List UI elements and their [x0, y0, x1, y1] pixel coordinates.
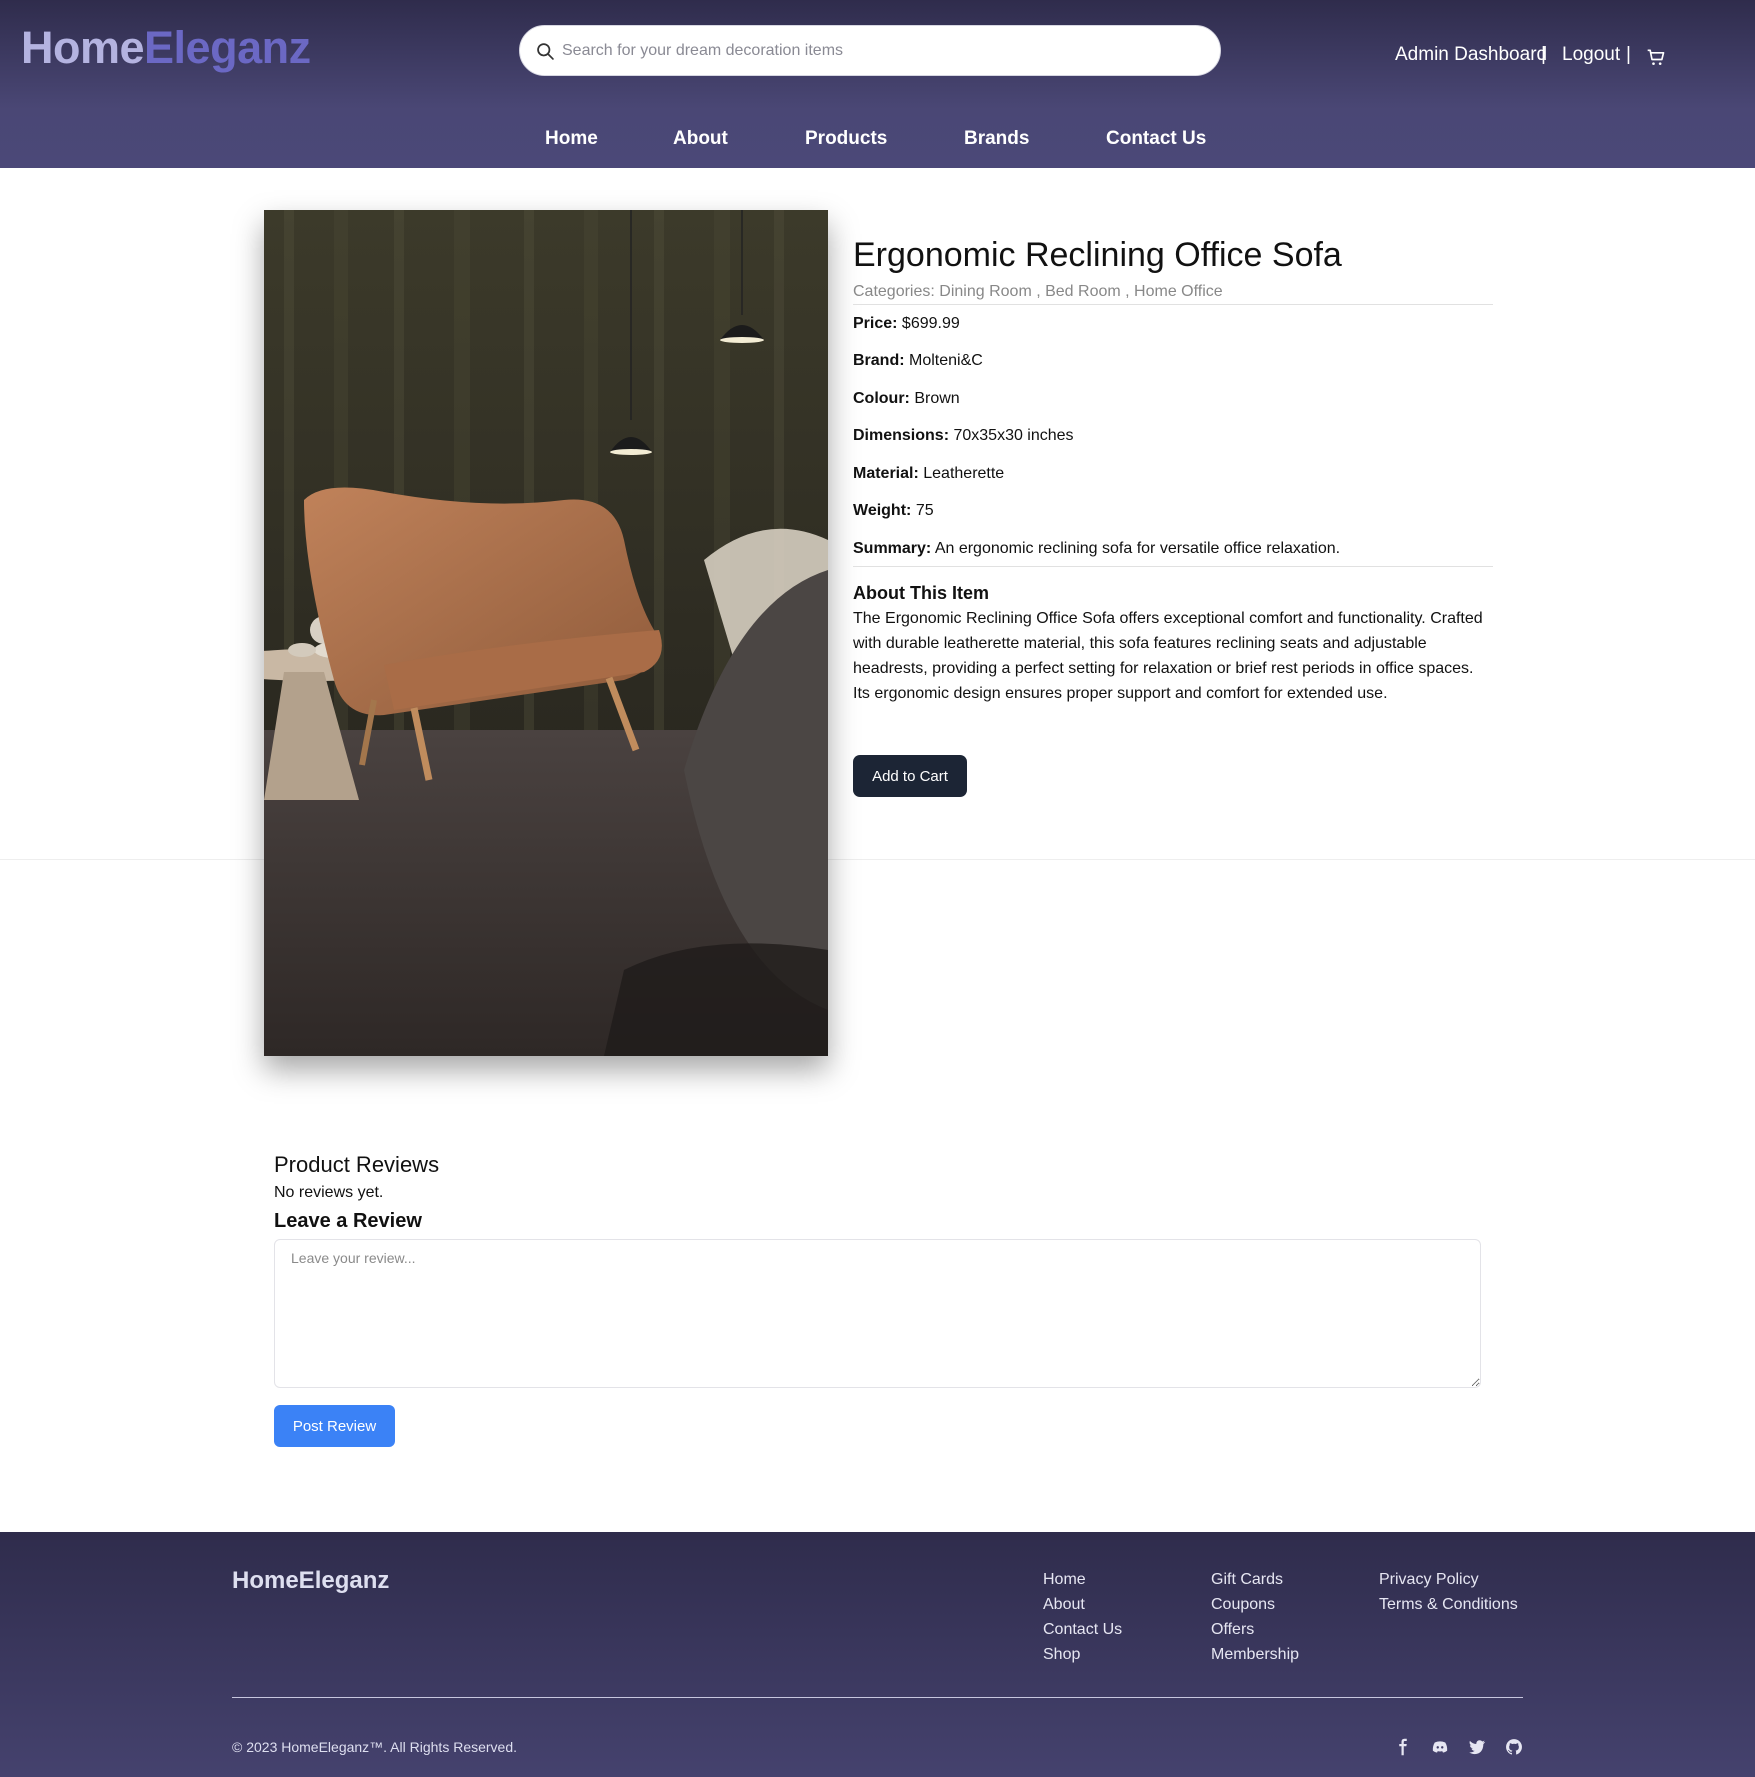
footer-link-home[interactable]: Home [1043, 1567, 1122, 1592]
copyright-text: © 2023 HomeEleganz™. All Rights Reserved… [232, 1739, 518, 1755]
site-logo[interactable]: HomeEleganz [21, 22, 311, 74]
footer-col-offers: Gift Cards Coupons Offers Membership [1211, 1567, 1299, 1667]
categories-list[interactable]: Dining Room , Bed Room , Home Office [939, 283, 1222, 300]
reviews-heading: Product Reviews [274, 1152, 440, 1177]
spec-value: Molteni&C [909, 352, 983, 369]
product-categories: Categories: Dining Room , Bed Room , Hom… [853, 283, 1493, 305]
spec-label: Weight: [853, 502, 912, 519]
separator: | [1541, 44, 1546, 65]
review-textarea[interactable] [274, 1239, 1481, 1388]
spec-colour: Colour: Brown [853, 390, 960, 408]
footer-link-membership[interactable]: Membership [1211, 1642, 1299, 1667]
spec-label: Summary: [853, 540, 932, 557]
spec-label: Material: [853, 465, 919, 482]
footer-logo[interactable]: HomeEleganz [232, 1567, 389, 1595]
spec-label: Brand: [853, 352, 905, 369]
footer-link-gift-cards[interactable]: Gift Cards [1211, 1567, 1299, 1592]
nav-products[interactable]: Products [805, 128, 887, 150]
twitter-icon[interactable] [1468, 1738, 1486, 1756]
search-icon[interactable] [535, 41, 556, 62]
footer-link-privacy[interactable]: Privacy Policy [1379, 1567, 1518, 1592]
leave-review-heading: Leave a Review [274, 1210, 422, 1232]
footer-link-contact[interactable]: Contact Us [1043, 1617, 1122, 1642]
spec-label: Colour: [853, 390, 910, 407]
top-links: Admin Dashboard | Logout | [1395, 44, 1755, 70]
search-bar [519, 25, 1221, 76]
spec-value: 75 [915, 502, 934, 519]
nav-home[interactable]: Home [545, 128, 598, 150]
facebook-icon[interactable] [1394, 1738, 1412, 1756]
discord-icon[interactable] [1431, 1738, 1449, 1756]
about-text: The Ergonomic Reclining Office Sofa offe… [853, 610, 1483, 702]
footer-link-about[interactable]: About [1043, 1592, 1122, 1617]
no-reviews-text: No reviews yet. [274, 1184, 384, 1201]
spec-summary: Summary: An ergonomic reclining sofa for… [853, 540, 1340, 558]
site-footer: HomeEleganz Home About Contact Us Shop G… [0, 1532, 1755, 1777]
nav-contact-us[interactable]: Contact Us [1106, 128, 1206, 150]
add-to-cart-button[interactable]: Add to Cart [853, 755, 967, 797]
post-review-button[interactable]: Post Review [274, 1405, 395, 1447]
separator: | [1626, 44, 1631, 65]
logout-link[interactable]: Logout [1562, 44, 1620, 66]
site-header: HomeEleganz Admin Dashboard | Logout | H… [0, 0, 1755, 168]
main-nav: Home About Products Brands Contact Us [0, 110, 1755, 168]
about-heading: About This Item [853, 583, 989, 603]
spec-value: An ergonomic reclining sofa for versatil… [934, 540, 1341, 557]
product-details: Ergonomic Reclining Office Sofa Categori… [853, 232, 1493, 797]
spec-material: Material: Leatherette [853, 465, 1004, 483]
product-title: Ergonomic Reclining Office Sofa [853, 236, 1342, 274]
logo-part-home: Home [21, 22, 145, 73]
footer-col-main: Home About Contact Us Shop [1043, 1567, 1122, 1667]
footer-link-terms[interactable]: Terms & Conditions [1379, 1592, 1518, 1617]
logo-part-eleganz: Eleganz [144, 22, 311, 73]
search-input[interactable] [562, 26, 1202, 75]
sofa-photo [264, 210, 828, 1056]
spec-value: Brown [914, 390, 960, 407]
spec-price: Price: $699.99 [853, 315, 960, 333]
reviews-section: Product Reviews No reviews yet. Leave a … [274, 1152, 1482, 1447]
spec-label: Dimensions: [853, 427, 950, 444]
cart-icon[interactable] [1646, 47, 1666, 67]
footer-link-shop[interactable]: Shop [1043, 1642, 1122, 1667]
footer-divider [232, 1697, 1523, 1698]
spec-value: Leatherette [923, 465, 1005, 482]
categories-label: Categories: [853, 283, 935, 300]
spec-value: $699.99 [901, 315, 960, 332]
details-divider [853, 566, 1493, 567]
nav-about[interactable]: About [673, 128, 728, 150]
spec-brand: Brand: Molteni&C [853, 352, 983, 370]
footer-link-coupons[interactable]: Coupons [1211, 1592, 1299, 1617]
spec-weight: Weight: 75 [853, 502, 934, 520]
github-icon[interactable] [1505, 1738, 1523, 1756]
admin-dashboard-link[interactable]: Admin Dashboard [1395, 44, 1547, 66]
footer-link-offers[interactable]: Offers [1211, 1617, 1299, 1642]
spec-label: Price: [853, 315, 898, 332]
product-image [264, 210, 828, 1056]
spec-value: 70x35x30 inches [953, 427, 1074, 444]
nav-brands[interactable]: Brands [964, 128, 1029, 150]
footer-col-legal: Privacy Policy Terms & Conditions [1379, 1567, 1518, 1617]
spec-dimensions: Dimensions: 70x35x30 inches [853, 427, 1074, 445]
